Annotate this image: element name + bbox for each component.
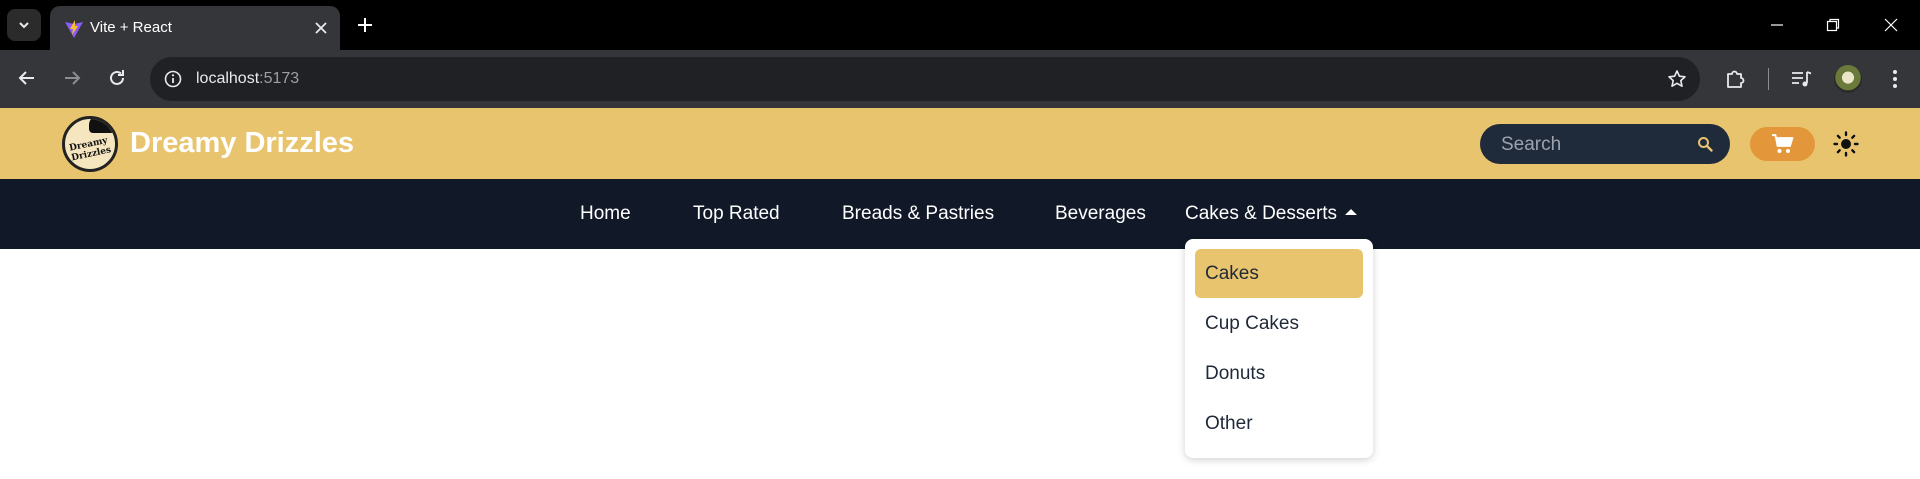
- theme-toggle-button[interactable]: [1832, 130, 1860, 158]
- site-header: Dreamy Drizzles Dreamy Drizzles Search: [0, 108, 1920, 179]
- browser-tabstrip: Vite + React: [0, 0, 1920, 50]
- site-logo[interactable]: Dreamy Drizzles: [62, 116, 118, 172]
- url-host: localhost: [196, 70, 260, 87]
- minimize-button[interactable]: [1759, 10, 1795, 40]
- media-controls-button[interactable]: [1788, 66, 1814, 92]
- url-text: localhost:5173: [196, 69, 299, 89]
- dropdown-item-cakes[interactable]: Cakes: [1195, 249, 1363, 298]
- address-bar[interactable]: localhost:5173: [150, 57, 1700, 101]
- cakes-dropdown-menu: Cakes Cup Cakes Donuts Other: [1185, 239, 1373, 458]
- star-icon: [1668, 70, 1686, 87]
- arrow-right-icon: [65, 71, 81, 85]
- restore-button[interactable]: [1815, 10, 1851, 40]
- plus-icon: [358, 18, 372, 32]
- brand-name[interactable]: Dreamy Drizzles: [130, 126, 354, 160]
- tab-close-button[interactable]: [312, 19, 330, 37]
- info-icon: [164, 70, 182, 88]
- caret-up-icon: [1345, 209, 1358, 215]
- chef-hat-icon: [89, 119, 115, 133]
- sun-icon: [1833, 131, 1859, 157]
- close-icon: [1884, 18, 1898, 32]
- browser-toolbar: localhost:5173: [0, 50, 1920, 108]
- reload-button[interactable]: [100, 61, 134, 95]
- tab-title: Vite + React: [90, 19, 172, 36]
- browser-tab[interactable]: Vite + React: [50, 6, 340, 50]
- arrow-left-icon: [18, 71, 34, 85]
- nav-item-breads-pastries[interactable]: Breads & Pastries: [842, 203, 994, 225]
- nav-item-beverages[interactable]: Beverages: [1055, 203, 1146, 225]
- search-placeholder: Search: [1501, 134, 1562, 155]
- new-tab-button[interactable]: [352, 12, 378, 38]
- toolbar-separator: [1768, 68, 1769, 90]
- minimize-icon: [1771, 24, 1783, 26]
- category-nav: Home Top Rated Breads & Pastries Beverag…: [0, 179, 1920, 249]
- forward-button[interactable]: [55, 61, 89, 95]
- dropdown-item-donuts[interactable]: Donuts: [1195, 349, 1363, 398]
- logo-text: Dreamy Drizzles: [68, 135, 113, 164]
- profile-avatar[interactable]: [1834, 65, 1862, 93]
- search-input[interactable]: Search: [1480, 124, 1730, 164]
- bookmark-button[interactable]: [1666, 68, 1688, 90]
- browser-menu-button[interactable]: [1882, 66, 1908, 92]
- playlist-icon: [1792, 71, 1812, 87]
- nav-item-top-rated[interactable]: Top Rated: [693, 203, 780, 225]
- vite-logo-icon: [65, 20, 83, 38]
- extensions-button[interactable]: [1722, 66, 1748, 92]
- cart-icon: [1771, 134, 1793, 153]
- back-button[interactable]: [10, 61, 44, 95]
- nav-item-cakes-desserts[interactable]: Cakes & Desserts: [1185, 203, 1358, 225]
- nav-item-cakes-desserts-label: Cakes & Desserts: [1185, 203, 1338, 224]
- url-port: :5173: [259, 70, 300, 87]
- cart-button[interactable]: [1750, 127, 1815, 161]
- dropdown-item-cup-cakes[interactable]: Cup Cakes: [1195, 299, 1363, 348]
- restore-icon: [1826, 18, 1840, 32]
- dropdown-item-other[interactable]: Other: [1195, 399, 1363, 448]
- chevron-down-icon: [19, 22, 29, 29]
- puzzle-icon: [1727, 70, 1745, 88]
- tab-search-button[interactable]: [7, 9, 41, 41]
- site-info-button[interactable]: [162, 68, 184, 90]
- reload-icon: [110, 70, 124, 85]
- close-icon: [315, 22, 327, 34]
- nav-item-home[interactable]: Home: [580, 203, 631, 225]
- close-window-button[interactable]: [1873, 10, 1909, 40]
- search-icon[interactable]: [1696, 135, 1714, 153]
- more-vertical-icon: [1893, 70, 1897, 88]
